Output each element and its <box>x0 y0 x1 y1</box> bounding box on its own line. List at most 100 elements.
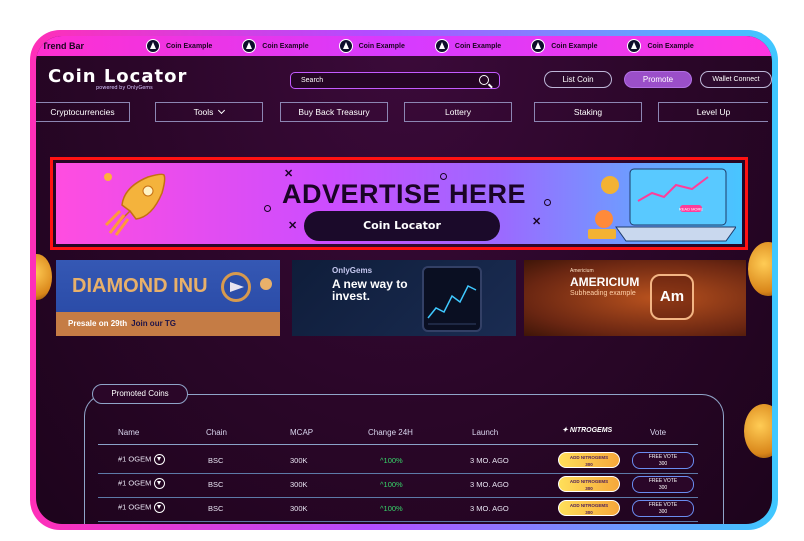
coin-icon <box>434 39 449 53</box>
list-coin-button[interactable]: List Coin <box>544 71 612 88</box>
coin-launch: 3 MO. AGO <box>470 480 509 489</box>
row-divider <box>98 473 698 474</box>
coin-mcap: 300K <box>290 480 308 489</box>
free-vote-button[interactable]: FREE VOTE 300 <box>632 452 694 469</box>
nav-staking[interactable]: Staking <box>534 102 642 122</box>
search-input[interactable]: Search <box>290 72 500 89</box>
trend-item-label: Coin Example <box>647 42 694 50</box>
nitro-count: 300 <box>585 486 593 491</box>
coin-change: ^100% <box>380 480 403 489</box>
row-divider <box>98 497 698 498</box>
coin-name-text: #1 OGEM <box>118 502 152 512</box>
nav-label: Staking <box>573 107 603 117</box>
column-header-name[interactable]: Name <box>118 428 139 437</box>
nav-cryptocurrencies[interactable]: Cryptocurrencies <box>36 102 130 122</box>
circle-mark-icon <box>544 199 551 206</box>
chevron-down-icon <box>218 106 226 115</box>
logo-text: Coin Locator <box>48 66 188 87</box>
nitrogems-label: NITROGEMS <box>569 427 613 434</box>
column-header-launch[interactable]: Launch <box>472 428 498 437</box>
coin-name-text: #1 OGEM <box>118 478 152 488</box>
trend-item[interactable]: Coin Example <box>531 39 597 53</box>
trend-item-label: Coin Example <box>551 42 598 50</box>
nav-buy-back-treasury[interactable]: Buy Back Treasury <box>280 102 388 122</box>
promoted-coins-panel <box>84 394 724 524</box>
trend-bar: Trend Bar Coin Example Coin Example Coin… <box>36 36 772 56</box>
column-header-change[interactable]: Change 24H <box>368 428 413 437</box>
search-icon[interactable] <box>479 75 489 85</box>
free-vote-button[interactable]: FREE VOTE 300 <box>632 476 694 493</box>
advertise-title: ADVERTISE HERE <box>282 179 527 209</box>
add-nitrogems-button[interactable]: ADD NITROGEMS 300 <box>558 452 620 468</box>
coin-icon <box>627 39 642 53</box>
coin-name: #1 OGEM <box>118 502 166 513</box>
cross-mark-icon: ✕ <box>532 216 542 228</box>
cross-mark-icon: ✕ <box>288 220 298 232</box>
trend-item-label: Coin Example <box>454 42 502 50</box>
coin-mcap: 300K <box>290 456 308 465</box>
telegram-icon <box>221 272 251 302</box>
coin-mcap: 300K <box>290 504 308 513</box>
rocket-icon <box>104 173 166 236</box>
nav-lottery[interactable]: Lottery <box>404 102 512 122</box>
app-screen: Trend Bar Coin Example Coin Example Coin… <box>36 36 772 524</box>
trend-item-label: Coin Example <box>166 42 213 50</box>
promoted-coins-tab[interactable]: Promoted Coins <box>92 384 188 404</box>
trend-item[interactable]: Coin Example <box>627 39 694 53</box>
nitro-label: ADD NITROGEMS <box>569 455 609 460</box>
promo-title: AMERICIUM <box>570 275 640 289</box>
column-header-chain[interactable]: Chain <box>206 428 227 437</box>
promo-card-americium[interactable]: Americium AMERICIUM Subheading example A… <box>524 260 746 336</box>
vote-label: FREE VOTE <box>648 502 678 508</box>
column-header-mcap[interactable]: MCAP <box>290 428 313 437</box>
promo-card-onlygems[interactable]: OnlyGems A new way to invest. <box>292 260 516 336</box>
trend-item[interactable]: Coin Example <box>338 39 405 53</box>
free-vote-button[interactable]: FREE VOTE 300 <box>632 500 694 517</box>
coin-icon <box>146 39 160 53</box>
app-frame: Trend Bar Coin Example Coin Example Coin… <box>30 30 778 530</box>
presale-text: Presale on 29th <box>68 319 128 328</box>
trend-item[interactable]: Coin Example <box>434 39 502 53</box>
trend-item-label: Coin Example <box>358 42 405 50</box>
gem-icon <box>154 502 166 513</box>
nitro-label: ADD NITROGEMS <box>569 503 609 508</box>
gem-icon <box>154 454 166 465</box>
advertise-banner[interactable]: ✕ ✕ ✕ ADVERTISE HERE Coin Locator READ M… <box>56 163 742 244</box>
vote-label: FREE VOTE <box>648 454 678 460</box>
coin-name-text: #1 OGEM <box>118 454 152 464</box>
add-nitrogems-button[interactable]: ADD NITROGEMS 300 <box>558 476 620 492</box>
promo-subtitle: Subheading example <box>570 290 636 297</box>
coin-chain: BSC <box>208 480 224 489</box>
trend-item[interactable]: Coin Example <box>242 39 309 53</box>
add-nitrogems-button[interactable]: ADD NITROGEMS 300 <box>558 500 620 516</box>
coin-chain: BSC <box>208 504 224 513</box>
row-divider <box>98 521 698 522</box>
promo-card-diamond-inu[interactable]: DIAMOND INU Presale on 29th Join our TG <box>56 260 280 336</box>
nav-label: Buy Back Treasury <box>298 107 370 117</box>
vote-count: 300 <box>658 509 668 515</box>
coin-decoration-icon <box>744 404 772 458</box>
coin-launch: 3 MO. AGO <box>470 456 509 465</box>
nav-label: Lottery <box>445 107 471 117</box>
nav-level-up[interactable]: Level Up <box>658 102 768 122</box>
nitro-label: ADD NITROGEMS <box>569 479 609 484</box>
trend-item[interactable]: Coin Example <box>146 39 212 53</box>
promo-kicker: Americium <box>570 268 594 274</box>
paw-icon <box>260 278 272 290</box>
coin-chain: BSC <box>208 456 224 465</box>
site-logo[interactable]: Coin Locator powered by OnlyGems <box>48 66 187 91</box>
promote-button[interactable]: Promote <box>624 71 692 88</box>
wallet-connect-button[interactable]: Wallet Connect <box>700 71 772 88</box>
coin-change: ^100% <box>380 504 403 513</box>
nitrogems-header: ✦ NITROGEMS <box>562 427 613 434</box>
vote-count: 300 <box>658 461 668 467</box>
nav-label: Level Up <box>696 107 731 117</box>
search-placeholder: Search <box>301 77 324 84</box>
vote-label: FREE VOTE <box>648 478 678 484</box>
vote-count: 300 <box>658 485 668 491</box>
ad-logo-pill: Coin Locator <box>304 211 500 241</box>
nav-tools[interactable]: Tools <box>155 102 263 122</box>
read-more-text: READ MORE <box>679 207 704 212</box>
coin-icon <box>338 39 353 53</box>
chart-mockup <box>427 284 477 325</box>
